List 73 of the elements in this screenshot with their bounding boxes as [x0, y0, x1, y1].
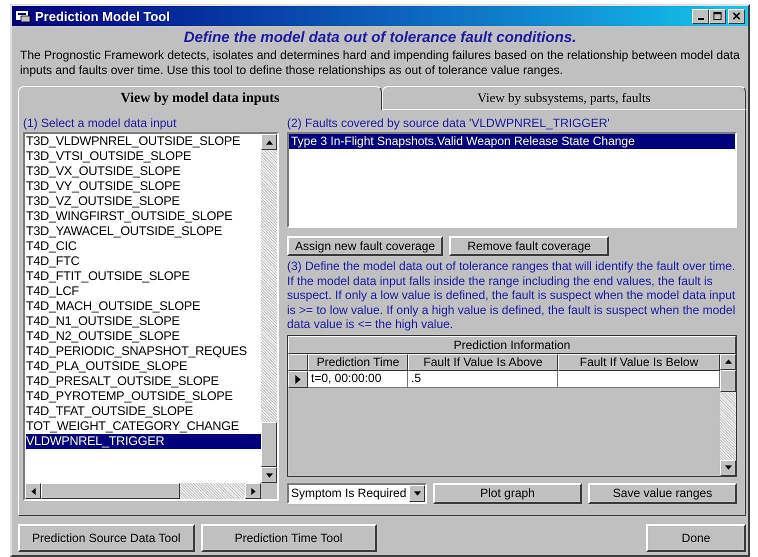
column-header: Fault If Value Is Below — [558, 354, 720, 371]
minimize-button[interactable] — [692, 8, 709, 24]
tab[interactable]: View by subsystems, parts, faults — [382, 86, 746, 110]
grid-title: Prediction Information — [288, 336, 736, 354]
list-item[interactable]: T3D_WINGFIRST_OUTSIDE_SLOPE — [26, 209, 261, 224]
heading: Define the model data out of tolerance fault conditions. — [182, 29, 578, 46]
down-arrow-icon — [266, 472, 272, 478]
scroll-up-button[interactable] — [261, 134, 277, 150]
list-item[interactable]: T4D_PERIODIC_SNAPSHOT_REQUES — [26, 344, 261, 359]
list-item[interactable]: T4D_N2_OUTSIDE_SLOPE — [26, 329, 261, 344]
table-cell[interactable]: t=0, 00:00:00 — [308, 370, 408, 388]
window-icon — [15, 9, 31, 23]
list-item[interactable]: T3D_VLDWPNREL_OUTSIDE_SLOPE — [26, 134, 261, 149]
list-item[interactable]: T4D_LCF — [26, 284, 261, 299]
instructions: (3) Define the model data out of tolerance ranges that will identify the fault over time. If the model data input falls inside the range including the end values, the fault is suspect. If only a low value is defined, the fault is suspect when the model data input is >= to low value. If only a high value is defined, the fault is suspect when the model data value is <= the high value. — [287, 259, 736, 332]
symptom-dropdown[interactable]: Symptom Is Required — [287, 482, 427, 504]
footer-button[interactable]: Prediction Source Data Tool — [18, 524, 195, 552]
list-item[interactable]: T4D_FTIT_OUTSIDE_SLOPE — [26, 269, 261, 284]
scroll-thumb[interactable] — [41, 483, 180, 499]
down-arrow-icon — [724, 464, 732, 472]
section-label: (1) Select a model data input — [23, 116, 178, 130]
list-item[interactable]: T4D_MACH_OUTSIDE_SLOPE — [26, 299, 261, 314]
section-label: (2) Faults covered by source data 'VLDWPNREL_TRIGGER' — [287, 116, 611, 130]
list-item[interactable]: T3D_VX_OUTSIDE_SLOPE — [26, 164, 261, 179]
maximize-button[interactable] — [709, 8, 726, 24]
grid-button[interactable]: Save value ranges — [588, 482, 737, 504]
scroll-right-button[interactable] — [245, 483, 261, 499]
table-cell[interactable]: .5 — [408, 370, 558, 388]
right-arrow-icon — [250, 488, 256, 494]
close-icon — [732, 11, 741, 21]
scroll-thumb[interactable] — [720, 370, 736, 392]
coverage-button[interactable]: Remove fault coverage — [449, 236, 610, 256]
column-header: Prediction Time — [308, 354, 408, 371]
scroll-down-button[interactable] — [720, 460, 736, 476]
window-title: Prediction Model Tool — [35, 8, 171, 24]
list-item[interactable]: T4D_TFAT_OUTSIDE_SLOPE — [26, 404, 261, 419]
list-item[interactable]: T4D_FTC — [26, 254, 261, 269]
minimize-icon — [698, 18, 704, 20]
current-row-icon — [295, 374, 301, 384]
column-header: Fault If Value Is Above — [408, 354, 558, 371]
list-item[interactable]: T4D_PYROTEMP_OUTSIDE_SLOPE — [26, 389, 261, 404]
tab[interactable]: View by model data inputs — [18, 86, 382, 110]
description: The Prognostic Framework detects, isolates and determines hard and impending failures based on the relationship between model data inputs and faults over time. Use this tool to define those relationships as out of tolerance value ranges. — [19, 47, 741, 78]
list-item[interactable]: VLDWPNREL_TRIGGER — [26, 434, 261, 449]
row-selector[interactable] — [288, 370, 308, 388]
up-arrow-icon — [266, 138, 272, 146]
footer-button[interactable]: Done — [646, 524, 746, 552]
list-item[interactable]: T4D_CIC — [26, 239, 261, 254]
list-item[interactable]: T3D_VZ_OUTSIDE_SLOPE — [26, 194, 261, 209]
maximize-icon — [713, 10, 722, 20]
coverage-button[interactable]: Assign new fault coverage — [287, 236, 444, 256]
list-item[interactable]: T4D_N1_OUTSIDE_SLOPE — [26, 314, 261, 329]
data-input-list[interactable] — [23, 132, 279, 501]
dropdown-arrow-icon — [414, 490, 420, 496]
close-button[interactable] — [728, 8, 745, 24]
scrollbar-corner — [261, 483, 277, 499]
scroll-thumb[interactable] — [261, 422, 277, 467]
list-item[interactable]: T3D_YAWACEL_OUTSIDE_SLOPE — [26, 224, 261, 239]
scroll-down-button[interactable] — [261, 467, 277, 483]
grid-button[interactable]: Plot graph — [433, 482, 582, 504]
table-cell[interactable] — [558, 370, 720, 388]
list-item[interactable]: T4D_PRESALT_OUTSIDE_SLOPE — [26, 374, 261, 389]
list-item[interactable]: TOT_WEIGHT_CATEGORY_CHANGE — [26, 419, 261, 434]
list-item[interactable]: T4D_PLA_OUTSIDE_SLOPE — [26, 359, 261, 374]
footer-button[interactable]: Prediction Time Tool — [200, 524, 377, 552]
up-arrow-icon — [724, 358, 732, 366]
scroll-left-button[interactable] — [25, 483, 41, 499]
list-item[interactable]: T3D_VTSI_OUTSIDE_SLOPE — [26, 149, 261, 164]
list-item[interactable]: Type 3 In-Flight Snapshots.Valid Weapon Release State Change — [289, 134, 735, 149]
left-arrow-icon — [30, 488, 36, 494]
fault-list[interactable]: Type 3 In-Flight Snapshots.Valid Weapon Release State Change — [287, 132, 737, 228]
list-item[interactable]: T3D_VY_OUTSIDE_SLOPE — [26, 179, 261, 194]
scroll-up-button[interactable] — [720, 354, 736, 370]
